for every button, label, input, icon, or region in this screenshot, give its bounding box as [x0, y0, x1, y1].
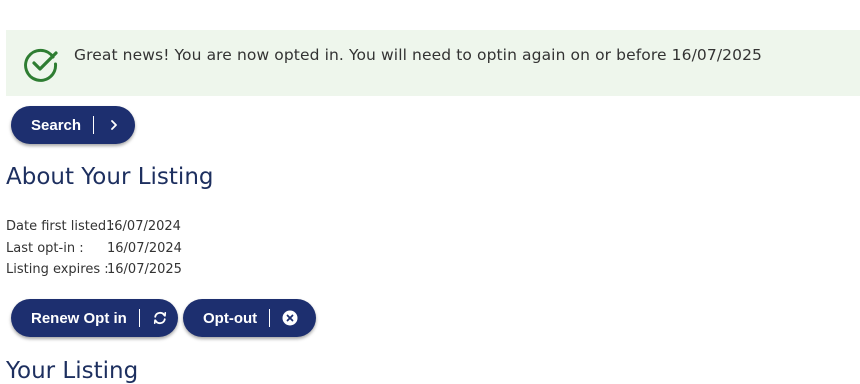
optout-button-label: Opt-out [203, 309, 258, 327]
detail-row-last-optin: Last opt-in : 16/07/2024 [6, 238, 182, 260]
detail-row-first-listed: Date first listed : 16/07/2024 [6, 216, 182, 238]
detail-label: Listing expires : [6, 262, 109, 277]
refresh-icon [152, 310, 168, 326]
detail-label: Date first listed : [6, 219, 115, 234]
search-button-label: Search [31, 116, 82, 134]
button-divider [138, 309, 140, 327]
alert-message: Great news! You are now opted in. You wi… [74, 46, 762, 64]
check-circle-icon [23, 46, 59, 82]
close-circle-icon [282, 310, 298, 326]
about-listing-heading: About Your Listing [6, 164, 214, 190]
success-alert: Great news! You are now opted in. You wi… [6, 30, 860, 96]
search-button[interactable]: Search [11, 106, 135, 144]
listing-details: Date first listed : 16/07/2024 Last opt-… [6, 216, 182, 281]
renew-opt-in-button[interactable]: Renew Opt in [11, 299, 178, 337]
button-divider [93, 116, 95, 134]
your-listing-heading: Your Listing [6, 358, 139, 384]
detail-value: 16/07/2025 [107, 262, 182, 277]
renew-button-label: Renew Opt in [31, 309, 127, 327]
detail-value: 16/07/2024 [107, 240, 182, 256]
opt-out-button[interactable]: Opt-out [183, 299, 316, 337]
detail-label: Last opt-in : [6, 240, 84, 256]
button-divider [269, 309, 271, 327]
detail-row-expires: Listing expires : 16/07/2025 [6, 259, 182, 281]
detail-value: 16/07/2024 [106, 219, 181, 234]
chevron-right-icon [106, 117, 122, 133]
